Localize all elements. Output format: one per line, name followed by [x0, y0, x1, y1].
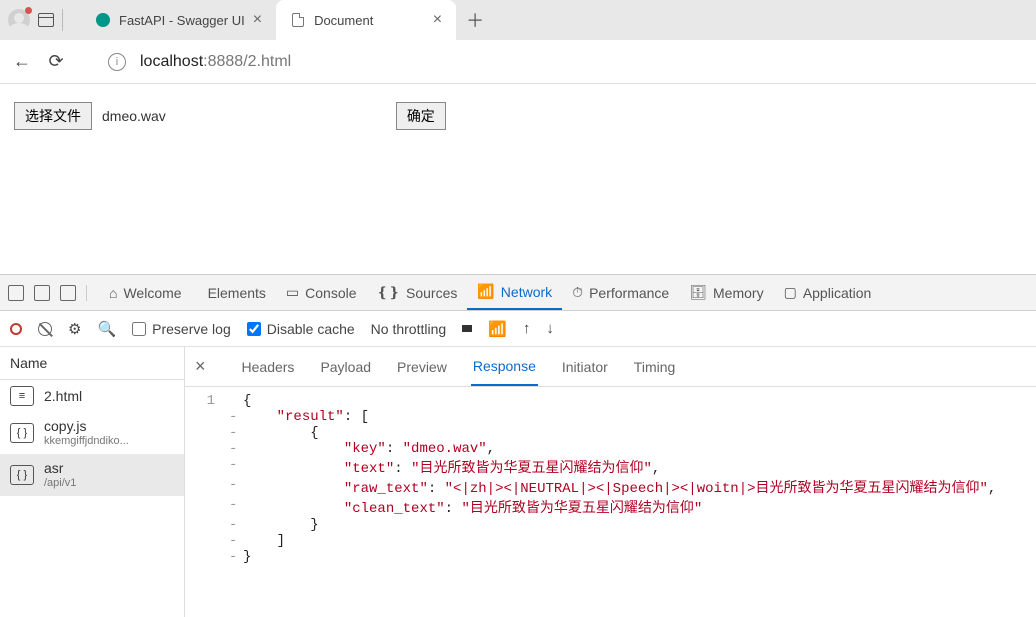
- request-row[interactable]: ≡ 2.html: [0, 380, 184, 412]
- panel-tab-sources[interactable]: ❴❵ Sources: [367, 275, 468, 310]
- panel-tab-label: Application: [803, 285, 872, 301]
- choose-file-button[interactable]: 选择文件: [14, 102, 92, 130]
- request-type-icon: { }: [10, 423, 34, 443]
- site-info-icon[interactable]: i: [108, 53, 126, 71]
- tab-title: FastAPI - Swagger UI: [119, 13, 245, 28]
- device-toggle-icon[interactable]: [34, 285, 50, 301]
- response-body[interactable]: 1{- "result": [- {- "key": "dmeo.wav",- …: [185, 387, 1036, 617]
- back-button[interactable]: ←: [12, 52, 32, 72]
- request-list: Name ≡ 2.html { } copy.jskkemgiffjdndiko...…: [0, 347, 185, 617]
- filter-icon[interactable]: ⚙: [68, 320, 81, 338]
- panel-tab-label: Welcome: [123, 285, 181, 301]
- preserve-log-checkbox[interactable]: Preserve log: [132, 321, 231, 337]
- detail-tabs: × Headers Payload Preview Response Initiator…: [185, 347, 1036, 387]
- memory-icon: 🗄: [689, 284, 707, 301]
- tab-overview-icon[interactable]: [38, 13, 54, 27]
- detail-tab-initiator[interactable]: Initiator: [560, 347, 610, 386]
- tab-title: Document: [314, 13, 373, 28]
- request-sub: /api/v1: [44, 477, 76, 490]
- close-icon[interactable]: ×: [253, 11, 262, 29]
- upload-har-icon[interactable]: ↑: [523, 320, 531, 337]
- detail-tab-response[interactable]: Response: [471, 347, 538, 386]
- fastapi-favicon-icon: [95, 12, 111, 28]
- panel-tab-console[interactable]: ▭ Console: [276, 275, 367, 310]
- tab-strip: FastAPI - Swagger UI × Document × ＋: [81, 0, 494, 40]
- new-tab-button[interactable]: ＋: [456, 0, 494, 40]
- request-list-header: Name: [0, 347, 184, 380]
- panel-tab-application[interactable]: ▢ Application: [774, 275, 882, 310]
- url-rest: :8888/2.html: [203, 53, 291, 70]
- inspect-icon[interactable]: [8, 285, 24, 301]
- document-favicon-icon: [290, 12, 306, 28]
- download-har-icon[interactable]: ↓: [546, 320, 554, 337]
- throttling-label: No throttling: [371, 321, 446, 337]
- panel-tab-label: Console: [305, 285, 356, 301]
- detail-tab-payload[interactable]: Payload: [318, 347, 373, 386]
- welcome-icon: ⌂: [109, 285, 117, 301]
- panel-tab-label: Elements: [208, 285, 266, 301]
- panel-tab-welcome[interactable]: ⌂ Welcome: [99, 275, 192, 310]
- throttling-select[interactable]: No throttling: [371, 321, 446, 337]
- chosen-file-name: dmeo.wav: [102, 108, 166, 124]
- network-icon: 📶: [477, 283, 494, 300]
- devtools: ⌂ Welcome Elements ▭ Console ❴❵ Sources 📶 Networ…: [0, 274, 1036, 617]
- close-icon[interactable]: ×: [433, 11, 442, 29]
- panel-tab-label: Memory: [713, 285, 764, 301]
- clear-icon[interactable]: [38, 322, 52, 336]
- record-icon[interactable]: [10, 323, 22, 335]
- detail-tab-headers[interactable]: Headers: [240, 347, 297, 386]
- detail-tab-preview[interactable]: Preview: [395, 347, 449, 386]
- panel-tab-performance[interactable]: ⏱ Performance: [562, 275, 679, 310]
- request-row[interactable]: { } asr/api/v1: [0, 454, 184, 496]
- panel-tab-label: Network: [501, 284, 552, 300]
- panel-tab-memory[interactable]: 🗄 Memory: [679, 275, 773, 310]
- profile-avatar[interactable]: [8, 9, 30, 31]
- network-conditions-icon[interactable]: 📶: [488, 320, 507, 338]
- address-bar[interactable]: i localhost:8888/2.html: [108, 53, 291, 71]
- panel-tab-elements[interactable]: Elements: [192, 275, 276, 310]
- request-row[interactable]: { } copy.jskkemgiffjdndiko...: [0, 412, 184, 454]
- disable-cache-checkbox[interactable]: Disable cache: [247, 321, 355, 337]
- request-name: 2.html: [44, 388, 82, 405]
- panel-tab-label: Performance: [589, 285, 669, 301]
- search-icon[interactable]: 🔍: [97, 320, 116, 338]
- browser-titlebar: FastAPI - Swagger UI × Document × ＋: [0, 0, 1036, 40]
- page-content: 选择文件 dmeo.wav 确定: [0, 84, 1036, 274]
- devtools-panel-tabs: ⌂ Welcome Elements ▭ Console ❴❵ Sources 📶 Networ…: [0, 275, 1036, 311]
- tab-fastapi[interactable]: FastAPI - Swagger UI ×: [81, 0, 276, 40]
- sources-icon: ❴❵: [377, 284, 400, 301]
- request-type-icon: { }: [10, 465, 34, 485]
- dock-side-icon[interactable]: [60, 285, 76, 301]
- network-toolbar: ⚙ 🔍 Preserve log Disable cache No thrott…: [0, 311, 1036, 347]
- submit-button[interactable]: 确定: [396, 102, 446, 130]
- tab-document[interactable]: Document ×: [276, 0, 456, 40]
- close-detail-icon[interactable]: ×: [195, 356, 206, 377]
- request-sub: kkemgiffjdndiko...: [44, 435, 129, 448]
- request-type-icon: ≡: [10, 386, 34, 406]
- request-detail: × Headers Payload Preview Response Initiator…: [185, 347, 1036, 617]
- chevron-down-icon[interactable]: [462, 325, 472, 332]
- application-icon: ▢: [784, 284, 797, 301]
- panel-tab-network[interactable]: 📶 Network: [467, 275, 562, 310]
- disable-cache-label: Disable cache: [267, 321, 355, 337]
- console-icon: ▭: [286, 284, 299, 301]
- preserve-log-label: Preserve log: [152, 321, 231, 337]
- panel-tab-label: Sources: [406, 285, 457, 301]
- browser-toolbar: ← ⟳ i localhost:8888/2.html: [0, 40, 1036, 84]
- request-name: copy.js: [44, 418, 129, 435]
- reload-button[interactable]: ⟳: [46, 52, 66, 72]
- request-name: asr: [44, 460, 76, 477]
- performance-icon: ⏱: [572, 284, 583, 301]
- url-host: localhost: [140, 53, 203, 70]
- detail-tab-timing[interactable]: Timing: [632, 347, 678, 386]
